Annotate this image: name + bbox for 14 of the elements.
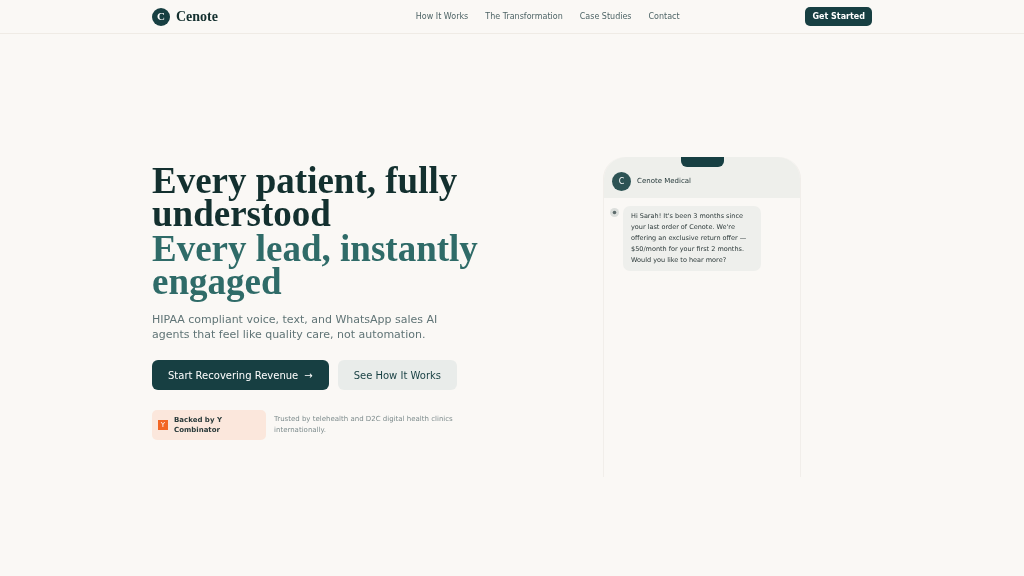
phone-notch	[681, 157, 724, 167]
nav-link[interactable]: Contact	[648, 10, 680, 23]
hero-subtitle: HIPAA compliant voice, text, and WhatsApp sales AI agents that feel like quality care, not automation.	[152, 312, 439, 342]
arrow-icon: →	[304, 367, 313, 383]
nav-link[interactable]: How It Works	[415, 10, 469, 23]
nav-link[interactable]: The Transformation	[485, 10, 563, 23]
see-how-it-works-button[interactable]: See How It Works	[337, 360, 458, 390]
headline: Every patient, fully understood	[152, 164, 459, 230]
logo-icon: C	[152, 7, 170, 26]
start-recovering-revenue-button[interactable]: Start Recovering Revenue →	[152, 360, 329, 390]
get-started-button[interactable]: Get Started	[805, 7, 872, 26]
nav-link[interactable]: Case Studies	[579, 10, 632, 23]
brand-name: Cenote	[176, 8, 218, 26]
contact-avatar: C	[612, 172, 631, 191]
